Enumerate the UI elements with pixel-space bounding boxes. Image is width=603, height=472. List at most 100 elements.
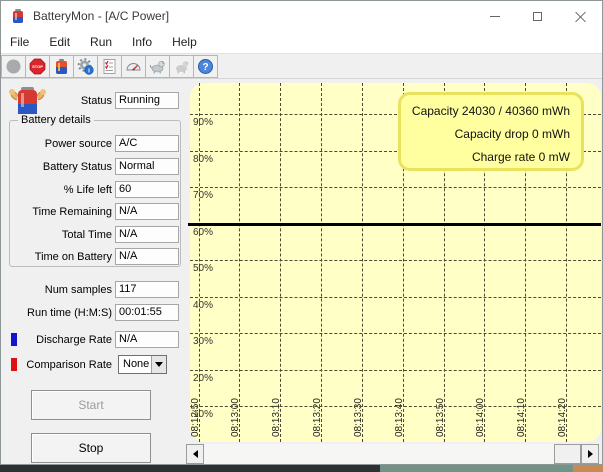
vertical-gridline [362,83,363,442]
watchdog-button[interactable] [145,55,170,78]
power-source-field: A/C [115,135,179,152]
start-button[interactable]: Start [31,390,151,420]
run-time-label: Run time (H:M:S) [3,307,112,319]
minimize-button[interactable] [473,1,516,31]
horizontal-gridline [190,406,601,407]
log-options-button[interactable] [97,55,122,78]
y-axis-tick: 20% [193,373,213,384]
vertical-gridline [280,83,281,442]
menu-bar: File Edit Run Info Help [1,31,602,53]
maximize-icon [533,12,542,21]
battery-status-field: Normal [115,158,179,175]
gear-info-icon: i [77,58,94,75]
settings-button[interactable]: i [73,55,98,78]
battery-details-button[interactable] [49,55,74,78]
dog-disabled-icon [173,58,190,75]
y-axis-tick: 30% [193,336,213,347]
battery-icon [53,58,70,75]
time-on-battery-field: N/A [115,248,179,265]
life-left-label: % Life left [3,184,112,196]
scroll-left-button[interactable] [186,444,204,464]
total-time-field: N/A [115,226,179,243]
num-samples-field: 117 [115,281,179,298]
y-axis-tick: 50% [193,263,213,274]
discharge-rate-label: Discharge Rate [3,334,112,346]
y-axis-tick: 10% [193,409,213,420]
horizontal-gridline [190,260,601,261]
stop-sign-button[interactable]: STOP [25,55,50,78]
menu-help[interactable]: Help [162,33,207,51]
chevron-down-icon [155,362,163,367]
app-icon [10,8,26,24]
battery-level-line [188,223,601,226]
y-axis-tick: 70% [193,190,213,201]
capacity-info-box: Capacity 24030 / 40360 mWh Capacity drop… [398,92,584,171]
horizontal-gridline [190,370,601,371]
horizontal-gridline [190,333,601,334]
comparison-rate-value: None [123,358,149,370]
combo-dropdown-button[interactable] [151,356,166,373]
app-window: BatteryMon - [A/C Power] File Edit Run I… [0,0,603,465]
scrollbar-thumb[interactable] [554,444,581,464]
capacity-line: Capacity 24030 / 40360 mWh [401,100,570,123]
record-icon [5,58,22,75]
record-button[interactable] [1,55,26,78]
horizontal-gridline [190,297,601,298]
comparison-rate-select[interactable]: None [118,355,167,374]
time-remaining-field: N/A [115,203,179,220]
menu-run[interactable]: Run [80,33,122,51]
x-axis-tick: 08:13:10 [271,398,282,437]
checklist-icon [101,58,118,75]
comparison-rate-label: Comparison Rate [3,359,112,371]
battery-chart: Capacity 24030 / 40360 mWh Capacity drop… [186,79,603,445]
run-time-field: 00:01:55 [115,304,179,321]
svg-text:i: i [88,67,90,74]
menu-info[interactable]: Info [122,33,162,51]
svg-text:STOP: STOP [32,64,43,69]
power-source-label: Power source [3,138,112,150]
y-axis-tick: 90% [193,117,213,128]
arrow-left-icon [193,450,198,458]
scroll-right-button[interactable] [581,444,599,464]
maximize-button[interactable] [516,1,559,31]
capacity-drop-line: Capacity drop 0 mWh [401,123,570,146]
arrow-right-icon [588,450,593,458]
status-label: Status [3,95,112,107]
battery-details-title: Battery details [18,114,94,126]
close-button[interactable] [559,1,602,31]
dog-icon [149,58,166,75]
x-axis-tick: 08:14:10 [516,398,527,437]
y-axis-tick: 80% [193,154,213,165]
desktop-background-strip [0,465,603,472]
menu-file[interactable]: File [1,33,39,51]
vertical-gridline [239,83,240,442]
help-icon: ? [197,58,214,75]
horizontal-gridline [190,187,601,188]
discharge-rate-field: N/A [115,331,179,348]
num-samples-label: Num samples [3,284,112,296]
stop-sign-icon: STOP [29,58,46,75]
x-axis-tick: 08:13:00 [230,398,241,437]
total-time-label: Total Time [3,229,112,241]
stop-button[interactable]: Stop [31,433,151,463]
chart-scrollbar[interactable] [186,444,599,464]
minimize-icon [490,16,500,17]
svg-text:?: ? [202,62,208,73]
vertical-gridline [321,83,322,442]
x-axis-tick: 08:13:40 [394,398,405,437]
window-title: BatteryMon - [A/C Power] [33,9,169,23]
title-bar: BatteryMon - [A/C Power] [1,1,602,31]
y-axis-tick: 40% [193,300,213,311]
help-button[interactable]: ? [193,55,218,78]
battery-status-label: Battery Status [3,161,112,173]
x-axis-tick: 08:13:50 [435,398,446,437]
gauge-button[interactable] [121,55,146,78]
x-axis-tick: 08:13:30 [353,398,364,437]
close-icon [575,11,586,22]
watchdog-disabled-button[interactable] [169,55,194,78]
menu-edit[interactable]: Edit [39,33,80,51]
x-axis-tick: 08:14:20 [557,398,568,437]
time-on-battery-label: Time on Battery [3,251,112,263]
toolbar: STOP i [1,53,602,79]
charge-rate-line: Charge rate 0 mW [401,146,570,169]
